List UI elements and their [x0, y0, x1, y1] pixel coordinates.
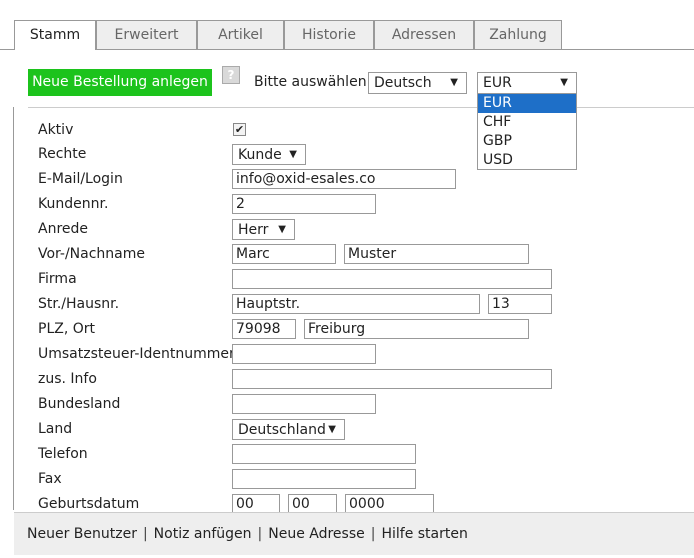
- name-label: Vor-/Nachname: [38, 246, 146, 262]
- email-field[interactable]: info@oxid-esales.co: [232, 169, 456, 189]
- tab-artikel[interactable]: Artikel: [197, 20, 284, 49]
- zip-field[interactable]: 79098: [232, 319, 296, 339]
- footer-bar: Neuer Benutzer | Notiz anfügen | Neue Adress…: [14, 512, 694, 555]
- phone-field[interactable]: [232, 444, 416, 464]
- phone-label: Telefon: [38, 446, 88, 462]
- new-user-link[interactable]: Neuer Benutzer: [27, 526, 137, 542]
- language-select[interactable]: Deutsch ▼: [368, 72, 467, 94]
- currency-option-eur[interactable]: EUR: [478, 94, 576, 113]
- customer-no-field[interactable]: 2: [232, 194, 376, 214]
- state-label: Bundesland: [38, 396, 121, 412]
- rights-select[interactable]: Kunde ▼: [232, 144, 306, 165]
- start-help-link[interactable]: Hilfe starten: [381, 526, 467, 542]
- tab-historie[interactable]: Historie: [284, 20, 374, 49]
- fax-field[interactable]: [232, 469, 416, 489]
- chevron-down-icon: ▼: [278, 224, 286, 235]
- currency-select[interactable]: EUR ▼: [477, 72, 577, 94]
- currency-option-chf[interactable]: CHF: [478, 113, 576, 132]
- vat-id-field[interactable]: [232, 344, 376, 364]
- birth-day-field[interactable]: 00: [232, 494, 280, 514]
- last-name-field[interactable]: Muster: [344, 244, 529, 264]
- tab-adressen[interactable]: Adressen: [374, 20, 474, 49]
- currency-option-gbp[interactable]: GBP: [478, 132, 576, 151]
- zip-city-label: PLZ, Ort: [38, 321, 95, 337]
- chevron-down-icon: ▼: [560, 77, 568, 88]
- new-order-button[interactable]: Neue Bestellung anlegen: [28, 69, 212, 96]
- active-checkbox[interactable]: ✔: [233, 123, 246, 136]
- currency-select-value: EUR: [483, 75, 512, 91]
- rights-label: Rechte: [38, 146, 87, 162]
- company-label: Firma: [38, 271, 77, 287]
- email-label: E-Mail/Login: [38, 171, 123, 187]
- add-info-label: zus. Info: [38, 371, 97, 387]
- add-note-link[interactable]: Notiz anfügen: [154, 526, 252, 542]
- footer-separator: |: [257, 526, 263, 542]
- currency-dropdown-list: EUR CHF GBP USD: [477, 93, 577, 170]
- company-field[interactable]: [232, 269, 552, 289]
- tab-zahlung[interactable]: Zahlung: [474, 20, 562, 49]
- country-label: Land: [38, 421, 73, 437]
- house-number-field[interactable]: 13: [488, 294, 552, 314]
- divider: [28, 107, 694, 108]
- birth-month-field[interactable]: 00: [288, 494, 337, 514]
- tab-erweitert[interactable]: Erweitert: [96, 20, 197, 49]
- birth-year-field[interactable]: 0000: [345, 494, 434, 514]
- state-field[interactable]: [232, 394, 376, 414]
- add-info-field[interactable]: [232, 369, 552, 389]
- city-field[interactable]: Freiburg: [304, 319, 529, 339]
- tab-stamm[interactable]: Stamm: [14, 20, 96, 50]
- footer-separator: |: [142, 526, 148, 542]
- salutation-label: Anrede: [38, 221, 89, 237]
- choose-label: Bitte auswählen: [254, 74, 367, 90]
- tab-bar: Stamm Erweitert Artikel Historie Adresse…: [0, 20, 694, 50]
- first-name-field[interactable]: Marc: [232, 244, 336, 264]
- help-icon[interactable]: ?: [222, 66, 240, 84]
- footer-links: Neuer Benutzer | Notiz anfügen | Neue Adress…: [27, 526, 468, 542]
- rights-select-value: Kunde: [238, 147, 282, 163]
- birthdate-label: Geburtsdatum: [38, 496, 140, 512]
- customer-no-label: Kundennr.: [38, 196, 109, 212]
- country-select[interactable]: Deutschland ▼: [232, 419, 345, 440]
- vat-id-label: Umsatzsteuer-Identnummer: [38, 346, 235, 362]
- footer-separator: |: [370, 526, 376, 542]
- chevron-down-icon: ▼: [450, 77, 458, 88]
- street-field[interactable]: Hauptstr.: [232, 294, 480, 314]
- country-select-value: Deutschland: [238, 422, 326, 438]
- salutation-select[interactable]: Herr ▼: [232, 219, 295, 240]
- form-left-border: [13, 107, 14, 510]
- language-select-value: Deutsch: [374, 75, 432, 91]
- street-label: Str./Hausnr.: [38, 296, 120, 312]
- fax-label: Fax: [38, 471, 62, 487]
- chevron-down-icon: ▼: [328, 424, 336, 435]
- salutation-select-value: Herr: [238, 222, 269, 238]
- currency-option-usd[interactable]: USD: [478, 151, 576, 170]
- active-label: Aktiv: [38, 122, 74, 138]
- chevron-down-icon: ▼: [289, 149, 297, 160]
- new-address-link[interactable]: Neue Adresse: [268, 526, 365, 542]
